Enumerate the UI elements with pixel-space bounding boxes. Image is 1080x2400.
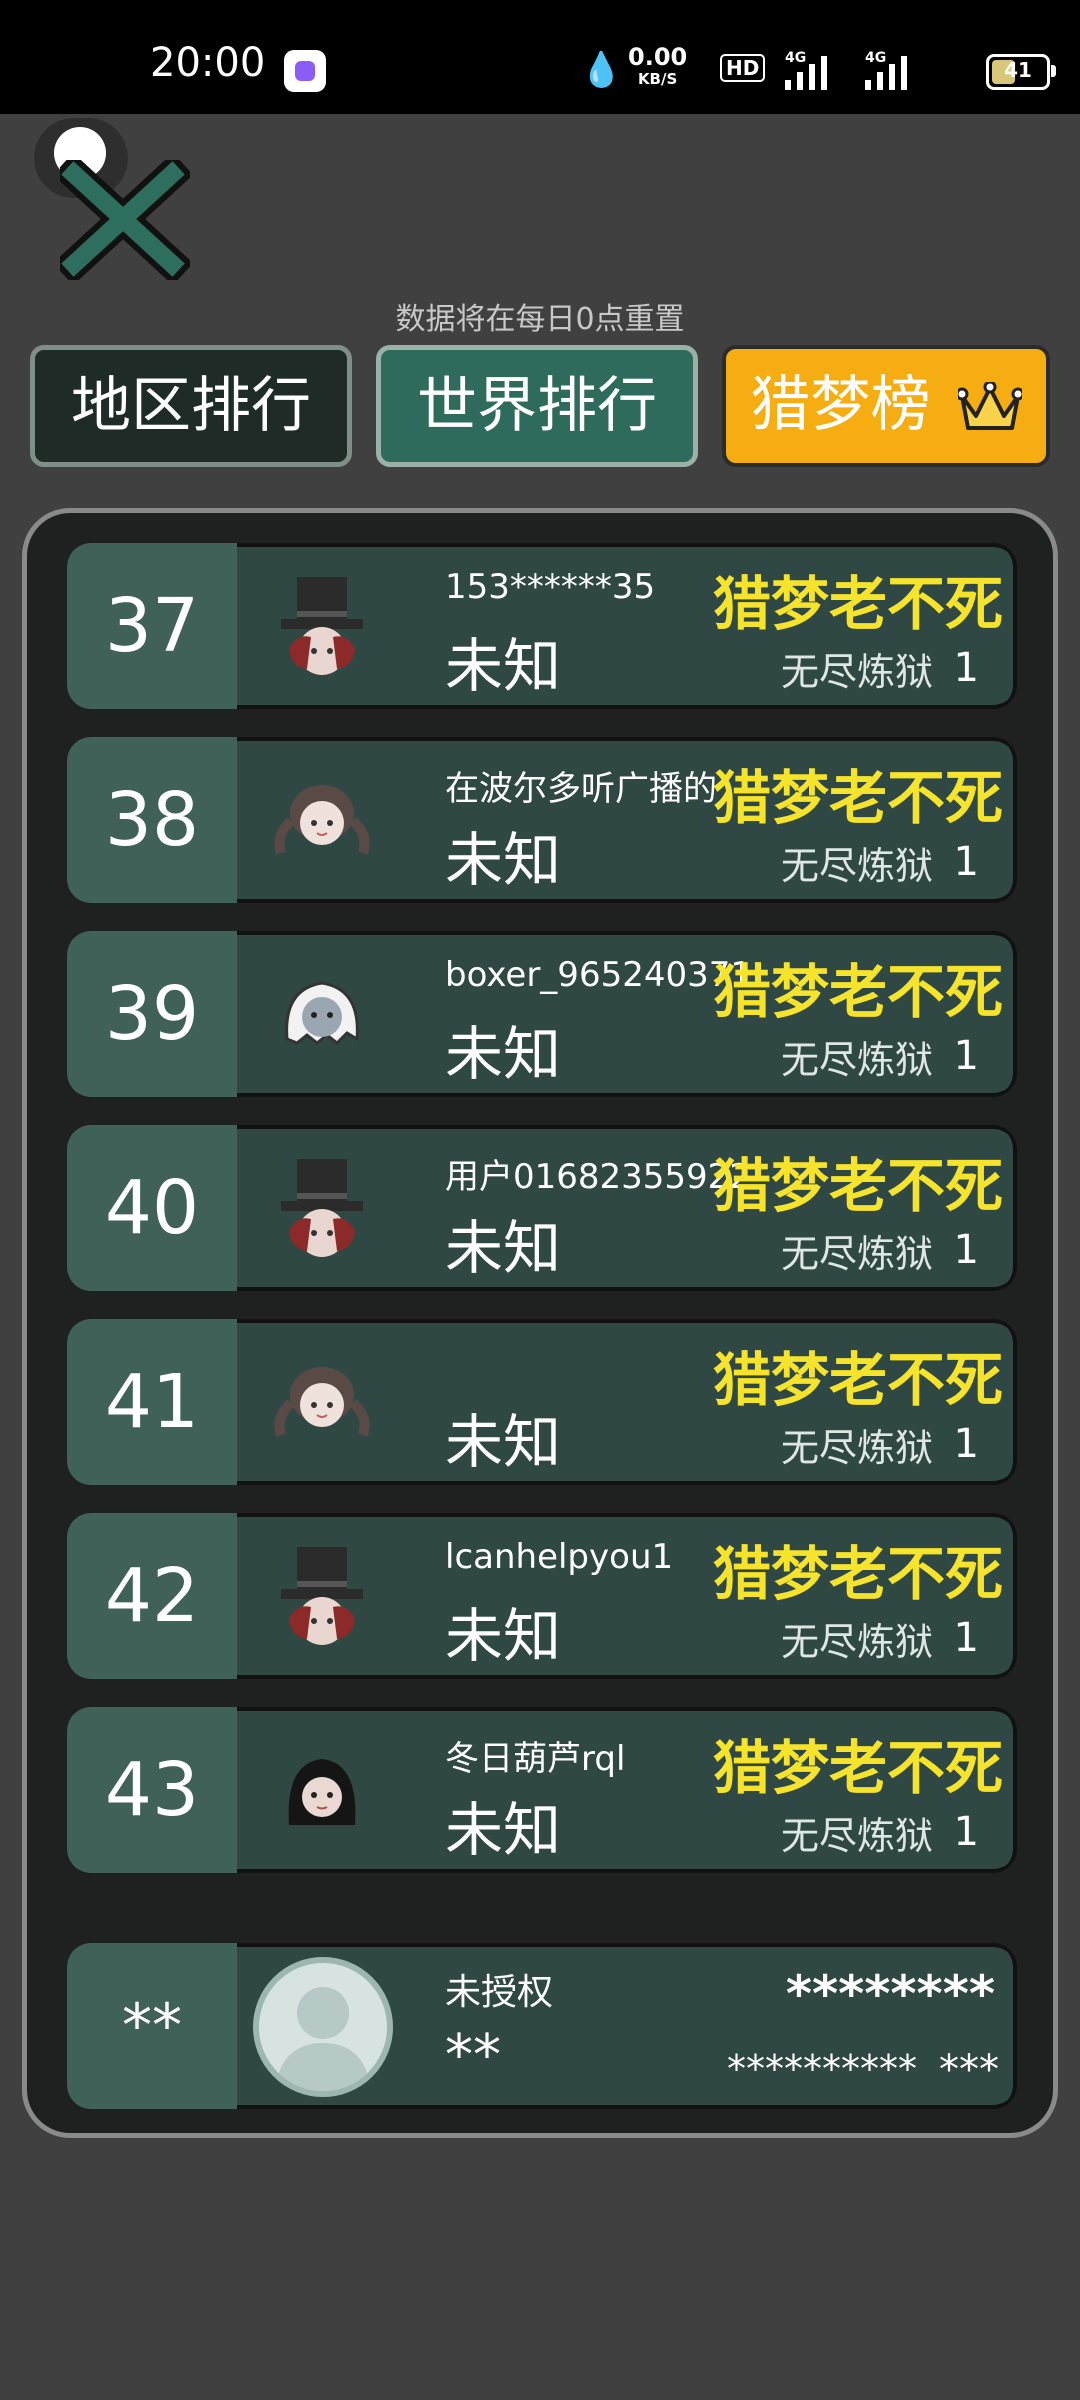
signal-icon: 4G <box>865 50 925 90</box>
rank-number: 42 <box>67 1513 237 1679</box>
default-avatar-icon <box>253 1957 393 2097</box>
player-region: ** <box>445 2023 501 2088</box>
player-score: 1 <box>953 1227 979 1273</box>
player-score: 1 <box>953 1421 979 1467</box>
tab-label: 猎梦榜 <box>750 370 931 440</box>
player-name: 用户01682355922 <box>445 1157 745 1197</box>
leaderboard-row[interactable]: 40 用户01682355922 未知 猎梦老不死无尽炼狱 1 <box>67 1125 1017 1291</box>
braids-girl-avatar-icon <box>267 765 377 875</box>
close-icon[interactable] <box>60 160 190 280</box>
player-region: 未知 <box>445 826 562 894</box>
signal-label: 4G <box>865 50 887 66</box>
tab-world-ranking[interactable]: 世界排行 <box>376 345 698 467</box>
game-mode: 无尽炼狱 <box>781 1620 934 1664</box>
leaderboard-row[interactable]: 41 未知 猎梦老不死无尽炼狱 1 <box>67 1319 1017 1485</box>
player-score: 1 <box>953 645 979 691</box>
player-name: boxer_965240371 <box>445 955 745 995</box>
rank-number: 37 <box>67 543 237 709</box>
player-title: 猎梦老不死 <box>712 1346 1003 1414</box>
player-score: 1 <box>953 839 979 885</box>
player-name: 冬日葫芦rql <box>445 1739 626 1779</box>
player-region: 未知 <box>445 1408 562 1476</box>
player-title: 猎梦老不死 <box>712 1734 1003 1802</box>
network-speed: 0.00 KB/S <box>628 43 688 90</box>
data-saver-icon: 💧 <box>580 50 623 90</box>
player-region: 未知 <box>445 1214 562 1282</box>
status-time: 20:00 <box>150 40 266 86</box>
rank-number: 43 <box>67 1707 237 1873</box>
leaderboard-row[interactable]: 37 153******35 未知 猎梦老不死无尽炼狱 1 <box>67 543 1017 709</box>
player-title: ******** <box>785 1965 995 2023</box>
player-score: 1 <box>953 1033 979 1079</box>
game-mode: 无尽炼狱 <box>781 844 934 888</box>
tab-label: 地区排行 <box>71 371 311 441</box>
rank-number: 38 <box>67 737 237 903</box>
game-mode: 无尽炼狱 <box>781 1814 934 1858</box>
leaderboard-row[interactable]: 43 冬日葫芦rql 未知 猎梦老不死无尽炼狱 1 <box>67 1707 1017 1873</box>
crown-icon <box>957 382 1022 431</box>
tab-dream-hunter-ranking[interactable]: 猎梦榜 <box>722 345 1050 467</box>
rank-number: 41 <box>67 1319 237 1485</box>
top-hat-avatar-icon <box>267 571 377 681</box>
player-title: 猎梦老不死 <box>712 570 1003 638</box>
rank-number: 40 <box>67 1125 237 1291</box>
signal-label: 4G <box>785 50 807 66</box>
rank-number: 39 <box>67 931 237 1097</box>
game-mode: 无尽炼狱 <box>781 1232 934 1276</box>
signal-icon: 4G <box>785 50 845 90</box>
player-score: *** <box>939 2047 999 2093</box>
notification-app-icon <box>284 50 326 92</box>
player-name: lcanhelpyou1 <box>445 1537 674 1577</box>
player-title: 猎梦老不死 <box>712 764 1003 832</box>
net-speed-value: 0.00 <box>628 43 688 71</box>
player-region: 未知 <box>445 632 562 700</box>
ghost-avatar-icon <box>267 959 377 1069</box>
reset-notice: 数据将在每日0点重置 <box>395 302 685 337</box>
tab-region-ranking[interactable]: 地区排行 <box>30 345 352 467</box>
net-speed-unit: KB/S <box>637 70 678 88</box>
leaderboard-row[interactable]: 39 boxer_965240371 未知 猎梦老不死无尽炼狱 1 <box>67 931 1017 1097</box>
game-mode: 无尽炼狱 <box>781 1426 934 1470</box>
game-mode: 无尽炼狱 <box>781 1038 934 1082</box>
player-title: 猎梦老不死 <box>712 1152 1003 1220</box>
player-title: 猎梦老不死 <box>712 958 1003 1026</box>
tab-label: 世界排行 <box>417 371 657 441</box>
player-score: 1 <box>953 1809 979 1855</box>
player-score: 1 <box>953 1615 979 1661</box>
player-region: 未知 <box>445 1796 562 1864</box>
game-mode: ********** <box>727 2047 917 2091</box>
braids-girl-avatar-icon <box>267 1347 377 1457</box>
hd-voice-icon: HD <box>720 54 766 82</box>
player-name: 153******35 <box>445 567 656 607</box>
status-bar: 20:00 💧 0.00 KB/S HD 4G 4G 41 <box>0 0 1080 114</box>
leaderboard-panel[interactable]: 37 153******35 未知 猎梦老不死 无尽炼狱 1 38 在波尔多听广播的 未知 猎梦老… <box>22 508 1058 2138</box>
battery-icon: 41 <box>986 54 1056 90</box>
player-title: 猎梦老不死 <box>712 1540 1003 1608</box>
game-mode: 无尽炼狱 <box>781 650 934 694</box>
top-hat-avatar-icon <box>267 1153 377 1263</box>
leaderboard-row[interactable]: 38 在波尔多听广播的未知 猎梦老不死无尽炼狱 1 <box>67 737 1017 903</box>
player-region: 未知 <box>445 1020 562 1088</box>
player-name: 在波尔多听广播的 <box>445 769 717 809</box>
black-hair-girl-avatar-icon <box>267 1735 377 1845</box>
leaderboard-row[interactable]: 42 lcanhelpyou1 未知 猎梦老不死无尽炼狱 1 <box>67 1513 1017 1679</box>
battery-level: 41 <box>1004 58 1032 82</box>
my-rank-row: ** 未授权 ** ******** ********** *** <box>67 1943 1017 2109</box>
player-region: 未知 <box>445 1602 562 1670</box>
rank-number: ** <box>67 1943 237 2109</box>
top-hat-avatar-icon <box>267 1541 377 1651</box>
player-name: 未授权 <box>445 1972 554 2013</box>
